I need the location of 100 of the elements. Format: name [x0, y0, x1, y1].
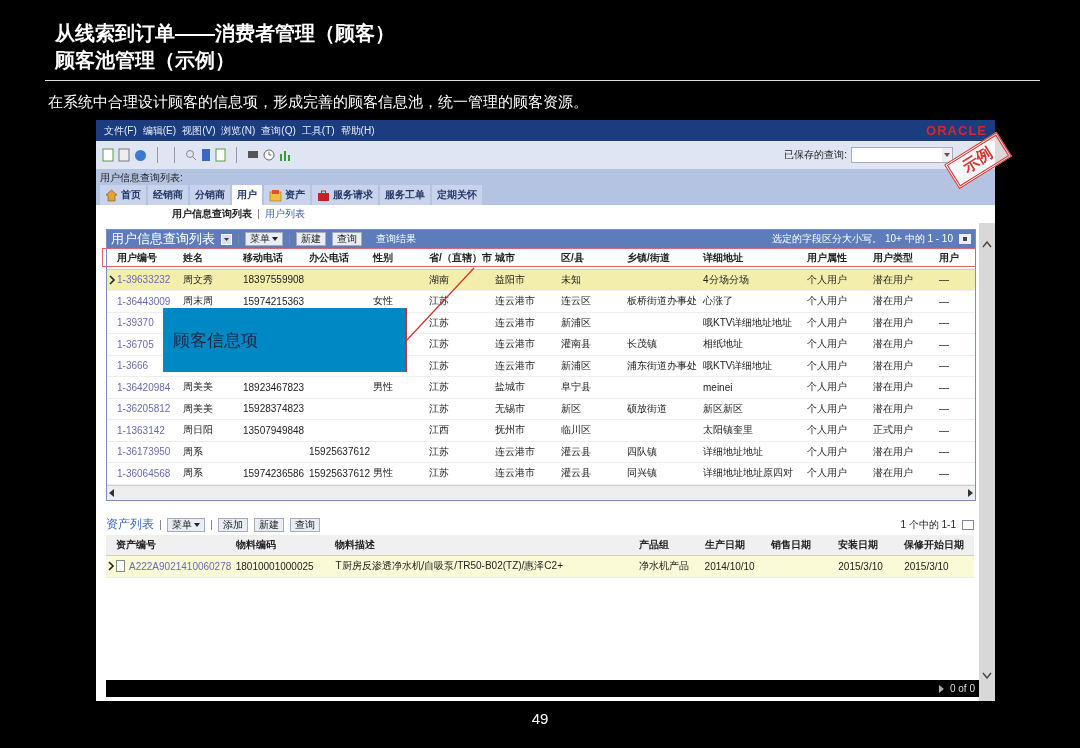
- table-cell: 潜在用户: [873, 315, 913, 330]
- tab[interactable]: 用户: [232, 185, 262, 205]
- table-row[interactable]: 1-36064568 周系 15974236586 15925637612 男性 江苏 连云港市 灌云县 同兴镇 详细地址地址原四对 个人用户 潜在用户 —: [107, 463, 975, 485]
- table-cell: 潜在用户: [873, 466, 913, 481]
- column-header[interactable]: 性别: [373, 251, 429, 266]
- record-link[interactable]: 1-3666: [117, 360, 149, 372]
- table-cell: 周系: [183, 444, 203, 459]
- document-icon[interactable]: [118, 148, 130, 162]
- dropdown-icon[interactable]: [221, 233, 232, 245]
- toolbar-button[interactable]: 新建: [296, 232, 326, 246]
- tab[interactable]: 服务请求: [312, 185, 378, 205]
- slide-title: 从线索到订单——消费者管理（顾客）: [55, 21, 396, 46]
- column-header[interactable]: 保修开始日期: [904, 537, 974, 552]
- view-link[interactable]: 用户信息查询列表: [172, 207, 252, 221]
- saved-query-label: 已保存的查询:: [784, 148, 847, 162]
- column-header[interactable]: 资产编号: [116, 537, 236, 552]
- column-header[interactable]: 省/（直辖）市: [429, 251, 495, 266]
- record-link[interactable]: 1-36443009: [117, 295, 171, 307]
- table-cell: —: [939, 424, 949, 436]
- record-link[interactable]: 1-36173950: [117, 446, 171, 458]
- table-cell: 潜在用户: [873, 401, 913, 416]
- record-link[interactable]: A222A9021410060278: [129, 560, 232, 572]
- tab[interactable]: 首页: [100, 185, 146, 205]
- scroll-left-icon[interactable]: [109, 488, 114, 497]
- tab[interactable]: 分销商: [190, 185, 230, 205]
- view-link[interactable]: 用户列表: [265, 207, 305, 221]
- tab[interactable]: 资产: [264, 185, 310, 205]
- column-header[interactable]: 销售日期: [771, 537, 839, 552]
- tab[interactable]: 定期关怀: [432, 185, 482, 205]
- menu-button[interactable]: 菜单: [167, 517, 205, 532]
- scroll-right-icon[interactable]: [968, 488, 973, 497]
- column-header[interactable]: 用户类型: [873, 251, 939, 266]
- scroll-down-icon[interactable]: [982, 672, 992, 679]
- column-header[interactable]: 乡镇/街道: [627, 251, 703, 266]
- document-icon[interactable]: [102, 148, 114, 162]
- scroll-up-icon[interactable]: [982, 241, 992, 248]
- menu-item[interactable]: 文件(F): [104, 123, 137, 138]
- clock-icon[interactable]: [263, 149, 275, 161]
- table-cell: 江苏: [429, 401, 449, 416]
- table-cell: 周美美: [183, 380, 213, 395]
- magnifier-icon[interactable]: [185, 148, 197, 162]
- table-row[interactable]: A222A9021410060278 18010001000025 T厨房反渗透净水机/自吸泵/TR50-B02(TZ)/惠泽C2+ 净水机产品 2014/10/10 2015/3/10 2015/3/10: [106, 556, 974, 578]
- column-header[interactable]: 生产日期: [704, 537, 772, 552]
- table-row[interactable]: 1-39633232 周文秀 18397559908 湖南 益阳市 未知 4分场分场 个人用户 潜在用户 —: [107, 269, 975, 291]
- column-header[interactable]: 用户属性: [807, 251, 873, 266]
- column-header[interactable]: 安装日期: [838, 537, 905, 552]
- column-header[interactable]: 详细地址: [703, 251, 807, 266]
- menu-item[interactable]: 浏览(N): [221, 123, 256, 138]
- table-row[interactable]: 1-36173950 周系 15925637612 江苏 连云港市 灌云县 四队镇 详细地址地址 个人用户 潜在用户 —: [107, 441, 975, 463]
- table-cell: 15928374823: [243, 403, 305, 415]
- record-link[interactable]: 1-39633232: [117, 274, 171, 286]
- table-cell: 净水机产品: [638, 559, 689, 574]
- record-link[interactable]: 1-1363142: [117, 424, 165, 436]
- toolbar-button[interactable]: 查询: [290, 517, 320, 532]
- column-header[interactable]: 移动电话: [243, 251, 309, 266]
- document-icon: [116, 560, 125, 573]
- table-row[interactable]: 1-1363142 周日阳 13507949848 江西 抚州市 临川区 太阳镇奎里 个人用户 正式用户 —: [107, 420, 975, 442]
- column-header[interactable]: 产品组: [638, 537, 705, 552]
- bar-chart-icon[interactable]: [279, 149, 291, 161]
- column-header[interactable]: 用户编号: [117, 251, 183, 266]
- record-link[interactable]: 1-36205812: [117, 403, 171, 415]
- table-cell: meinei: [703, 381, 733, 393]
- toolbar-button[interactable]: 新建: [254, 517, 284, 532]
- toolbar-button[interactable]: 添加: [218, 517, 248, 532]
- table-row[interactable]: 1-36420984 周美美 18923467823 男性 江苏 盐城市 阜宁县 meinei 个人用户 潜在用户 —: [107, 377, 975, 399]
- toolbar-button[interactable]: 查询: [332, 232, 362, 246]
- column-header[interactable]: 物料描述: [335, 537, 639, 552]
- column-header[interactable]: 城市: [495, 251, 561, 266]
- menu-item[interactable]: 帮助(H): [340, 123, 375, 138]
- menu-item[interactable]: 视图(V): [182, 123, 216, 138]
- column-header[interactable]: 用户: [939, 251, 961, 266]
- column-header[interactable]: 办公电话: [309, 251, 373, 266]
- monitor-icon[interactable]: [247, 149, 259, 161]
- table-cell: 个人用户: [807, 444, 847, 459]
- table-cell: 同兴镇: [627, 466, 657, 481]
- column-header[interactable]: 物料编码: [235, 537, 336, 552]
- column-header[interactable]: 姓名: [183, 251, 243, 266]
- table-cell: 15925637612: [309, 467, 371, 479]
- menu-item[interactable]: 查询(Q): [261, 123, 296, 138]
- table-cell: 15974236586: [243, 467, 305, 479]
- column-header[interactable]: 区/县: [561, 251, 627, 266]
- record-link[interactable]: 1-36420984: [117, 381, 171, 393]
- vertical-scrollbar[interactable]: [979, 223, 995, 701]
- record-link[interactable]: 1-39370: [117, 317, 154, 329]
- menu-item[interactable]: 工具(T): [301, 123, 335, 138]
- menu-item[interactable]: 编辑(E): [142, 123, 177, 138]
- table-cell: 板桥街道办事处: [627, 294, 697, 309]
- table-cell: —: [939, 360, 949, 372]
- tab[interactable]: 服务工单: [380, 185, 430, 205]
- record-link[interactable]: 1-36064568: [117, 467, 171, 479]
- menu-button[interactable]: 菜单: [245, 232, 283, 246]
- table-cell: 江苏: [429, 315, 449, 330]
- next-page-icon[interactable]: [938, 684, 944, 693]
- table-cell: 潜在用户: [873, 380, 913, 395]
- tab[interactable]: 经销商: [148, 185, 188, 205]
- table-cell: —: [939, 274, 949, 286]
- record-link[interactable]: 1-36705: [117, 338, 154, 350]
- table-row[interactable]: 1-36205812 周美美 15928374823 江苏 无锡市 新区 硕放街道 新区新区 个人用户 潜在用户 —: [107, 398, 975, 420]
- table-cell: 无锡市: [495, 401, 525, 416]
- table-cell: 详细地址地址: [703, 444, 763, 459]
